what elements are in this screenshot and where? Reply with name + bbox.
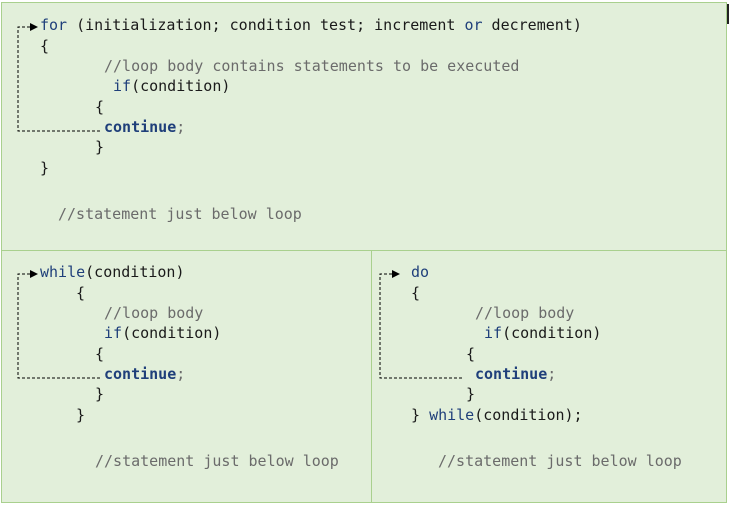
for-inner-open-brace: { [95, 98, 105, 116]
if-keyword: if [104, 324, 123, 342]
while-inner-open-brace: { [95, 345, 105, 363]
do-inner-open-brace: { [466, 345, 476, 363]
continue-keyword: continue [104, 118, 177, 136]
while-inner-close-brace: } [95, 385, 105, 403]
or-keyword: or [464, 16, 483, 34]
for-open-brace: { [40, 37, 50, 55]
while-close-brace: } [76, 406, 86, 424]
for-body-comment: //loop body contains statements to be ex… [104, 57, 520, 75]
continue-keyword: continue [104, 365, 177, 383]
continue-semicolon: ; [176, 365, 186, 383]
for-inner-close-brace: } [95, 138, 105, 156]
if-condition: (condition) [502, 324, 602, 342]
while-continue-line: continue; [104, 365, 185, 383]
continue-semicolon: ; [176, 118, 186, 136]
if-keyword: if [484, 324, 503, 342]
continue-semicolon: ; [547, 365, 557, 383]
while-open-brace: { [76, 284, 86, 302]
while-keyword: while [429, 406, 475, 424]
do-continue-line: continue; [475, 365, 556, 383]
for-close-brace: } [40, 159, 50, 177]
continue-keyword: continue [475, 365, 548, 383]
for-after-loop-comment: //statement just below loop [58, 205, 302, 223]
do-while-condition: (condition); [474, 406, 583, 424]
do-if-line: if(condition) [484, 324, 601, 342]
do-keyword: do [411, 263, 430, 281]
if-condition: (condition) [131, 77, 231, 95]
for-header-text-end: decrement) [482, 16, 582, 34]
while-after-loop-comment: //statement just below loop [95, 452, 339, 470]
do-body-comment: //loop body [475, 304, 575, 322]
for-keyword: for [40, 16, 68, 34]
do-close-brace: } [411, 406, 430, 424]
do-open-brace: { [411, 284, 421, 302]
while-header-line: while(condition) [40, 263, 185, 281]
if-keyword: if [113, 77, 132, 95]
while-condition: (condition) [85, 263, 185, 281]
for-continue-line: continue; [104, 118, 185, 136]
for-header-text: (initialization; condition test; increme… [67, 16, 465, 34]
for-if-line: if(condition) [113, 77, 230, 95]
while-if-line: if(condition) [104, 324, 221, 342]
while-body-comment: //loop body [104, 304, 204, 322]
if-condition: (condition) [122, 324, 222, 342]
while-keyword: while [40, 263, 86, 281]
do-inner-close-brace: } [466, 385, 476, 403]
do-close-line: } while(condition); [411, 406, 583, 424]
do-after-loop-comment: //statement just below loop [438, 452, 682, 470]
for-header-line: for (initialization; condition test; inc… [40, 16, 582, 34]
